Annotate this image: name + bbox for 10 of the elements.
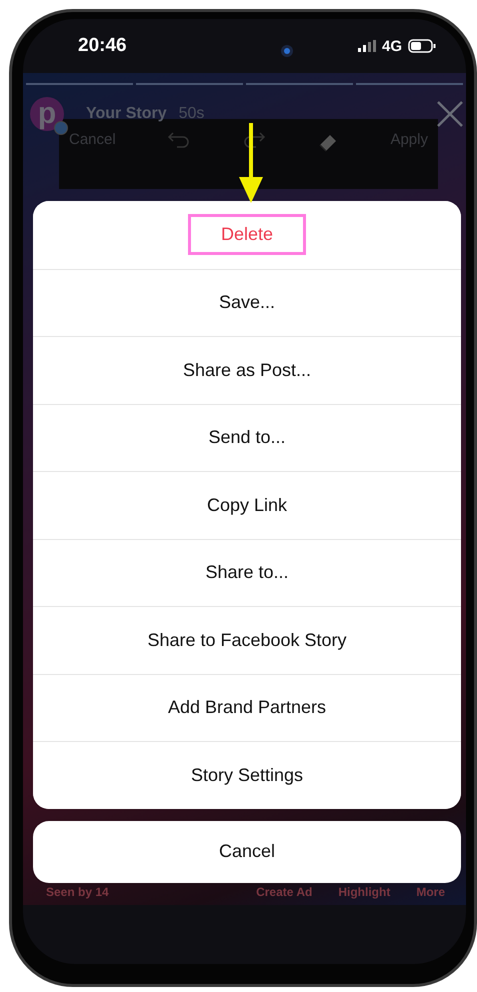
menu-option[interactable]: Story Settings xyxy=(33,741,461,808)
network-label: 4G xyxy=(382,38,402,54)
battery-icon xyxy=(408,39,436,53)
story-title: Your Story xyxy=(86,105,167,123)
signal-icon xyxy=(358,40,376,52)
redo-icon[interactable] xyxy=(242,131,266,151)
camera-icon xyxy=(281,45,293,57)
close-icon[interactable] xyxy=(437,101,463,127)
cancel-button[interactable]: Cancel xyxy=(33,820,461,882)
clock-time: 20:46 xyxy=(78,35,127,57)
